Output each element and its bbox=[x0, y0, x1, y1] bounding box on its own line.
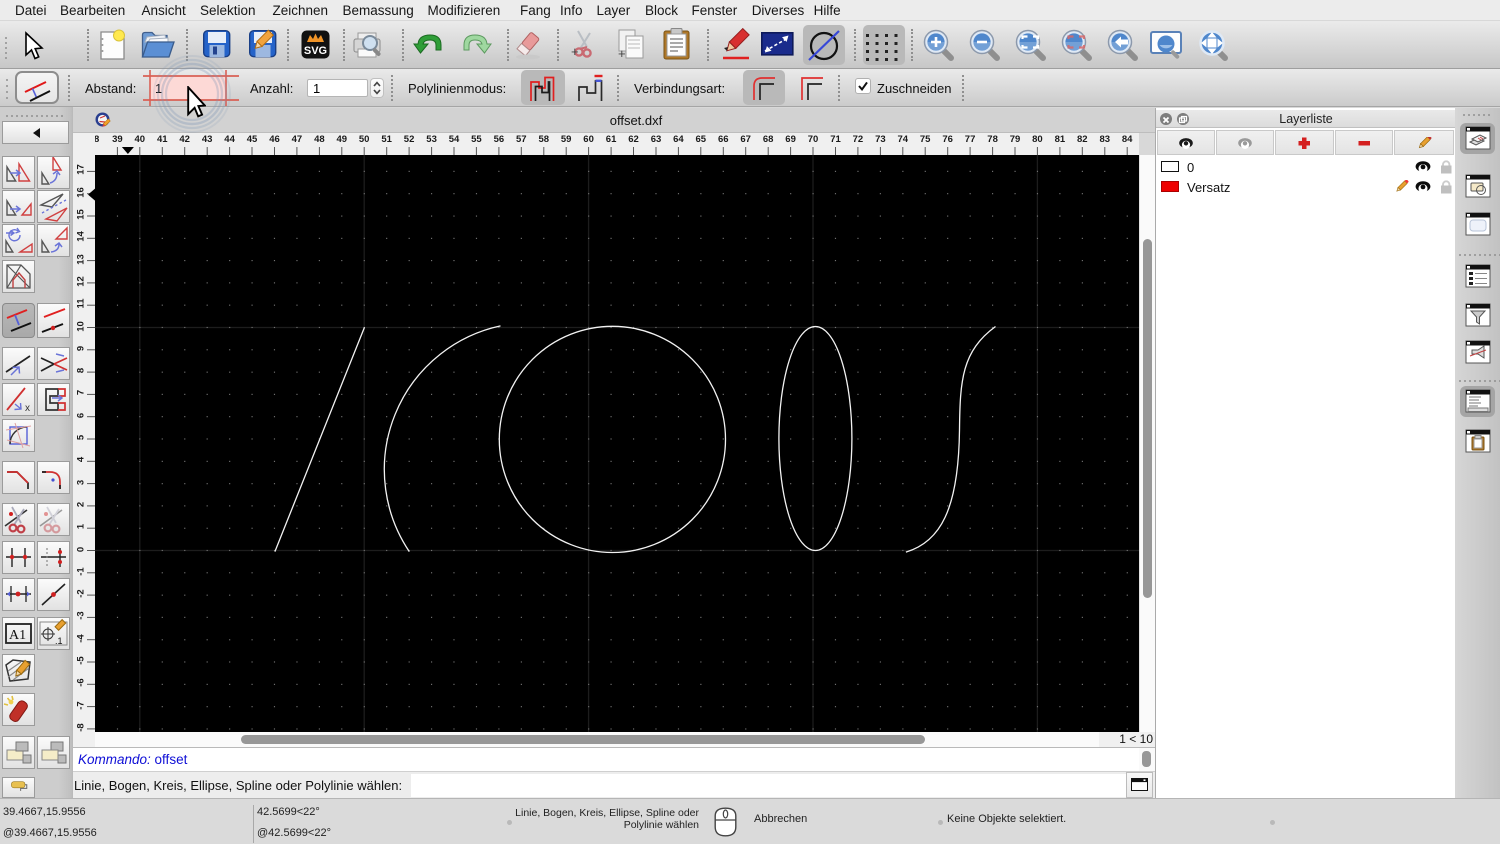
svg-text:A1: A1 bbox=[9, 628, 26, 643]
svg-text:SVG: SVG bbox=[304, 45, 327, 57]
svg-text:+: + bbox=[571, 44, 579, 59]
svg-text:+: + bbox=[618, 46, 626, 61]
svg-text:x: x bbox=[25, 403, 30, 414]
svg-text:.1: .1 bbox=[55, 636, 63, 646]
